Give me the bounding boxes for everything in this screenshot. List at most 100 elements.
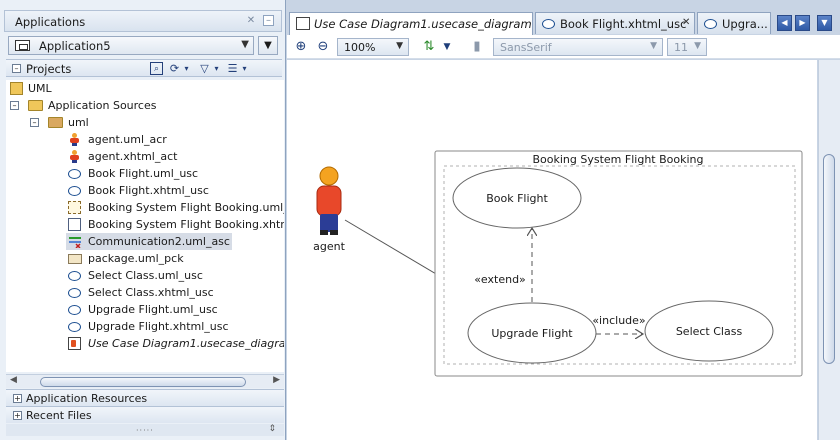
applications-header: Applications ✕ – [4, 10, 282, 32]
layout-icon[interactable]: ⇅ [421, 39, 437, 55]
actor-body [316, 185, 342, 217]
tree-item-label: Book Flight.xhtml_usc [88, 184, 209, 197]
include-label: «include» [592, 314, 645, 327]
tab-book-flight[interactable]: Book Flight.xhtml_usc ✕ [535, 12, 695, 34]
scroll-left-icon[interactable]: ◀ [10, 375, 17, 385]
zoom-in-icon[interactable]: ⊕ [293, 39, 309, 55]
font-size-value: 11 [674, 41, 688, 54]
tab-scroll-right-button[interactable]: ▶ [795, 15, 810, 31]
tree-item-booking-system-xhtml[interactable]: Booking System Flight Booking.xhtm [6, 216, 284, 233]
expand-icon[interactable]: + [13, 394, 22, 403]
tab-upgrade-flight[interactable]: Upgra... [697, 12, 771, 34]
tree-item-use-case-diagram1[interactable]: Use Case Diagram1.usecase_diagran [6, 335, 284, 352]
application-select[interactable]: Application5 ▼ [8, 36, 254, 55]
uml-project-icon [10, 82, 23, 95]
tree-item-label: Use Case Diagram1.usecase_diagran [88, 337, 284, 350]
use-case-icon [68, 322, 81, 332]
tree-item-booking-system-uml[interactable]: Booking System Flight Booking.uml_c [6, 199, 284, 216]
use-case-icon [704, 19, 717, 29]
application-resources-label: Application Resources [26, 392, 148, 405]
tree-item-select-class-xhtml[interactable]: Select Class.xhtml_usc [6, 284, 284, 301]
tree-item-application-sources[interactable]: – Application Sources [6, 97, 284, 114]
actor-legs [320, 214, 338, 232]
tree-item-agent-uml-acr[interactable]: agent.uml_acr [6, 131, 284, 148]
panel-resize-grip[interactable]: ····· ⇕ [6, 424, 284, 436]
communication-icon [68, 235, 81, 249]
tree-item-agent-xhtml-act[interactable]: agent.xhtml_act [6, 148, 284, 165]
fill-color-icon[interactable]: ▮ [469, 39, 485, 55]
chevron-down-icon: ▼ [241, 39, 249, 50]
collapse-projects-icon[interactable]: – [12, 64, 21, 73]
tree-item-upgrade-flight-xhtml[interactable]: Upgrade Flight.xhtml_usc [6, 318, 284, 335]
tree-item-label: agent.xhtml_act [88, 150, 178, 163]
tree-item-book-flight-xhtml[interactable]: Book Flight.xhtml_usc [6, 182, 284, 199]
close-tab-icon[interactable]: ✕ [682, 17, 690, 28]
chevron-down-icon: ▼ [396, 41, 403, 51]
use-case-label: Upgrade Flight [491, 327, 573, 340]
tree-item-label: Booking System Flight Booking.xhtm [88, 218, 284, 231]
expand-icon[interactable]: + [13, 411, 22, 420]
recent-files-section[interactable]: + Recent Files [6, 406, 284, 423]
zoom-value: 100% [344, 41, 376, 54]
font-size-select[interactable]: 11 ▼ [667, 38, 707, 56]
tree-item-package-uml-pck[interactable]: package.uml_pck [6, 250, 284, 267]
tree-item-label: UML [28, 82, 52, 95]
tree-item-label: Upgrade Flight.uml_usc [88, 303, 218, 316]
actor-label: agent [313, 240, 345, 253]
tree-item-label: Select Class.xhtml_usc [88, 286, 214, 299]
application-menu-button[interactable]: ▼ [258, 36, 278, 55]
tree-item-select-class-uml[interactable]: Select Class.uml_usc [6, 267, 284, 284]
tree-item-label: agent.uml_acr [88, 133, 167, 146]
tree-item-book-flight-uml[interactable]: Book Flight.uml_usc [6, 165, 284, 182]
collapse-icon[interactable]: – [10, 101, 19, 110]
tree-item-label: Communication2.uml_asc [88, 235, 230, 248]
font-family-select[interactable]: SansSerif ▼ [493, 38, 663, 56]
subject-icon [68, 201, 81, 214]
tab-use-case-diagram1[interactable]: Use Case Diagram1.usecase_diagram [289, 12, 533, 35]
tab-label: Book Flight.xhtml_usc [560, 17, 687, 31]
close-panel-icon[interactable]: ✕ [245, 15, 257, 27]
chevron-down-icon[interactable]: ▾ [180, 62, 193, 75]
tree-item-label: Select Class.uml_usc [88, 269, 203, 282]
folder-icon [28, 100, 43, 111]
tab-scroll-left-button[interactable]: ◀ [777, 15, 792, 31]
tree-item-label: Booking System Flight Booking.uml_c [88, 201, 284, 214]
project-tree: UML – Application Sources – uml agent.um… [6, 80, 284, 372]
tree-item-uml-package[interactable]: – uml [6, 114, 284, 131]
package-icon [68, 254, 82, 264]
tree-item-label: Book Flight.uml_usc [88, 167, 199, 180]
tree-item-uml-project[interactable]: UML [6, 80, 284, 97]
tree-item-communication2[interactable]: Communication2.uml_asc [66, 233, 232, 250]
zoom-out-icon[interactable]: ⊖ [315, 39, 331, 55]
scrollbar-thumb[interactable] [823, 154, 835, 364]
expand-up-icon[interactable]: ⇕ [268, 424, 276, 434]
actor-foot-left [320, 230, 328, 235]
chevron-down-icon[interactable]: ▾ [238, 62, 251, 75]
scrollbar-thumb[interactable] [40, 377, 246, 387]
diagram-canvas[interactable]: Booking System Flight Booking «extend» «… [287, 60, 817, 440]
chevron-down-icon[interactable]: ▾ [210, 62, 223, 75]
use-case-icon [68, 288, 81, 298]
applications-panel: Applications ✕ – Application5 ▼ ▼ – Proj… [0, 0, 286, 440]
zoom-select[interactable]: 100% ▼ [337, 38, 409, 56]
canvas-vertical-scrollbar[interactable] [818, 60, 840, 440]
minimize-panel-icon[interactable]: – [263, 15, 274, 26]
tab-label: Upgra... [722, 17, 768, 31]
application-select-value: Application5 [39, 39, 111, 53]
chevron-down-icon[interactable]: ▼ [439, 39, 455, 55]
grip-dots-icon: ····· [136, 426, 154, 435]
chevron-down-icon: ▼ [694, 41, 701, 51]
tree-item-upgrade-flight-uml[interactable]: Upgrade Flight.uml_usc [6, 301, 284, 318]
use-case-icon [68, 186, 81, 196]
editor-area: Use Case Diagram1.usecase_diagram Book F… [287, 0, 840, 440]
search-icon[interactable]: ⌕ [150, 62, 163, 75]
tree-item-label: uml [68, 116, 89, 129]
collapse-icon[interactable]: – [30, 118, 39, 127]
scroll-right-icon[interactable]: ▶ [273, 375, 280, 385]
use-case-diagram-icon [296, 17, 310, 30]
actor-agent[interactable] [316, 166, 342, 235]
application-resources-section[interactable]: + Application Resources [6, 389, 284, 406]
actor-foot-right [330, 230, 338, 235]
tab-list-button[interactable]: ▼ [817, 15, 832, 31]
tree-horizontal-scrollbar[interactable]: ◀ ▶ [6, 374, 284, 388]
